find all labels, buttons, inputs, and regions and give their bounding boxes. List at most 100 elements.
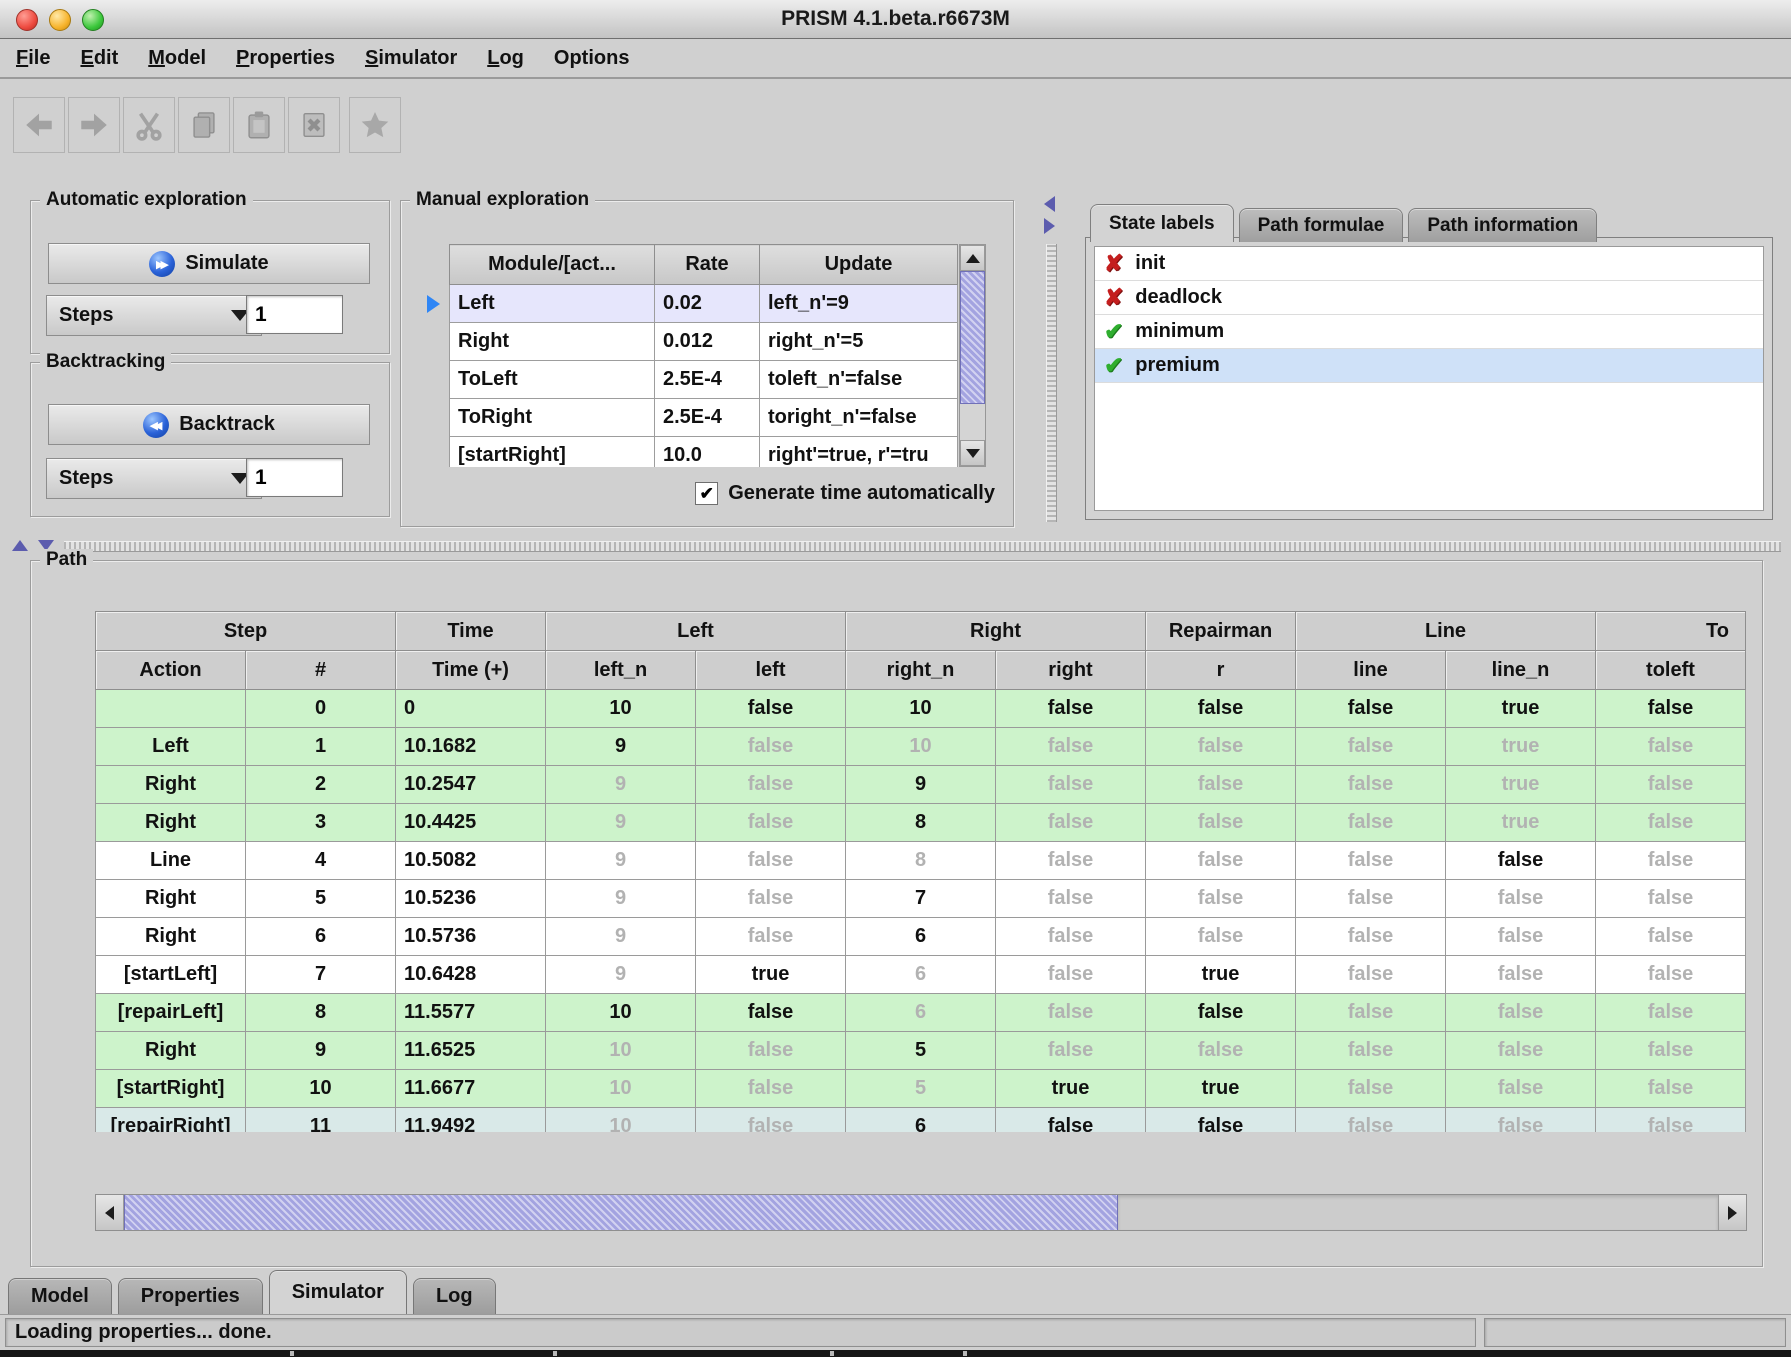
back-arrow-button[interactable] <box>13 97 65 153</box>
state-label-item[interactable]: ✔premium <box>1095 349 1763 383</box>
cell: false <box>996 880 1146 918</box>
path-step-row[interactable]: Left110.16829false10falsefalsefalsetruef… <box>96 728 1746 766</box>
collapse-up-icon[interactable] <box>12 540 28 551</box>
path-step-row[interactable]: Line410.50829false8falsefalsefalsefalsef… <box>96 842 1746 880</box>
path-step-row[interactable]: [repairLeft]811.557710false6falsefalsefa… <box>96 994 1746 1032</box>
column-header[interactable]: right <box>996 651 1146 690</box>
column-header[interactable]: Rate <box>655 245 760 285</box>
cell: right_n'=5 <box>760 323 958 361</box>
tab-simulator[interactable]: Simulator <box>269 1270 407 1314</box>
tab-model[interactable]: Model <box>8 1278 112 1314</box>
path-horizontal-scrollbar[interactable] <box>95 1194 1747 1231</box>
column-header[interactable]: Update <box>760 245 958 285</box>
cell: 9 <box>546 956 696 994</box>
menu-properties[interactable]: Properties <box>236 47 335 70</box>
cell: false <box>1146 994 1296 1032</box>
tab-path-formulae[interactable]: Path formulae <box>1239 208 1404 242</box>
path-column-header-row: Action#Time (+)left_nleftright_nrightrli… <box>96 651 1746 690</box>
paste-clipboard-button[interactable] <box>233 97 285 153</box>
path-step-row[interactable]: 0010false10falsefalsefalsetruefalse <box>96 690 1746 728</box>
transition-row[interactable]: ToRight2.5E-4toright_n'=false <box>450 399 958 437</box>
column-header[interactable]: toleft <box>1596 651 1746 690</box>
manual-table-scrollbar[interactable] <box>959 244 986 467</box>
scroll-left-button[interactable] <box>96 1195 124 1230</box>
green-check-icon: ✔ <box>1104 354 1123 377</box>
zoom-window-button[interactable] <box>82 9 104 31</box>
tab-log[interactable]: Log <box>413 1278 496 1314</box>
splitter-grip[interactable] <box>64 541 1781 552</box>
column-header[interactable]: # <box>246 651 396 690</box>
simulate-steps-input[interactable] <box>246 295 343 334</box>
scroll-right-button[interactable] <box>1718 1195 1746 1230</box>
copy-pages-button[interactable] <box>178 97 230 153</box>
cell: Right <box>96 804 246 842</box>
close-window-button[interactable] <box>16 9 38 31</box>
cell: 10 <box>546 690 696 728</box>
state-label-item[interactable]: ✘deadlock <box>1095 281 1763 315</box>
delete-box-button[interactable] <box>288 97 340 153</box>
path-step-row[interactable]: Right510.52369false7falsefalsefalsefalse… <box>96 880 1746 918</box>
state-labels-list: ✘init✘deadlock✔minimum✔premium <box>1094 246 1764 511</box>
column-header[interactable]: Module/[act... <box>450 245 655 285</box>
menu-edit[interactable]: Edit <box>80 47 118 70</box>
horizontal-splitter[interactable] <box>8 537 1783 555</box>
backtrack-button[interactable]: ◂◂ Backtrack <box>48 404 370 445</box>
path-step-row[interactable]: [repairRight]1111.949210false6falsefalse… <box>96 1108 1746 1133</box>
collapse-right-icon[interactable] <box>1044 218 1055 234</box>
collapse-left-icon[interactable] <box>1044 196 1055 212</box>
path-step-row[interactable]: [startLeft]710.64289true6falsetruefalsef… <box>96 956 1746 994</box>
column-header[interactable]: r <box>1146 651 1296 690</box>
scroll-up-button[interactable] <box>960 245 985 271</box>
cell: 5 <box>846 1032 996 1070</box>
path-step-row[interactable]: [startRight]1011.667710false5truetruefal… <box>96 1070 1746 1108</box>
column-header[interactable]: line_n <box>1446 651 1596 690</box>
column-header[interactable]: Time (+) <box>396 651 546 690</box>
star-button[interactable] <box>349 97 401 153</box>
menu-simulator[interactable]: Simulator <box>365 47 457 70</box>
menu-file[interactable]: File <box>16 47 50 70</box>
forward-arrow-button[interactable] <box>68 97 120 153</box>
column-header[interactable]: line <box>1296 651 1446 690</box>
backtrack-steps-input[interactable] <box>246 458 343 497</box>
scrollbar-track[interactable] <box>1118 1195 1718 1230</box>
splitter-grip[interactable] <box>1046 244 1057 522</box>
path-step-row[interactable]: Right610.57369false6falsefalsefalsefalse… <box>96 918 1746 956</box>
path-group: Path StepTimeLeftRightRepairmanLineToAct… <box>30 560 1763 1267</box>
cell: true <box>1146 1070 1296 1108</box>
path-step-row[interactable]: Right210.25479false9falsefalsefalsetruef… <box>96 766 1746 804</box>
column-header[interactable]: left_n <box>546 651 696 690</box>
transition-row[interactable]: [startRight]10.0right'=true, r'=tru <box>450 437 958 468</box>
state-label-item[interactable]: ✘init <box>1095 247 1763 281</box>
menu-options[interactable]: Options <box>554 47 630 70</box>
transition-row[interactable]: Right0.012right_n'=5 <box>450 323 958 361</box>
tab-state-labels[interactable]: State labels <box>1090 204 1234 242</box>
cell: true <box>1446 690 1596 728</box>
cell: false <box>996 956 1146 994</box>
vertical-splitter[interactable] <box>1040 194 1062 526</box>
group-header: Repairman <box>1146 612 1296 651</box>
scrollbar-thumb[interactable] <box>124 1195 1118 1230</box>
path-step-row[interactable]: Right911.652510false5falsefalsefalsefals… <box>96 1032 1746 1070</box>
simulate-button[interactable]: ▸▸ Simulate <box>48 243 370 284</box>
state-label-name: init <box>1135 252 1165 275</box>
generate-time-checkbox[interactable]: ✔ <box>695 482 718 505</box>
cut-scissors-button[interactable] <box>123 97 175 153</box>
column-header[interactable]: Action <box>96 651 246 690</box>
scroll-down-button[interactable] <box>960 440 985 466</box>
transition-row[interactable]: Left0.02left_n'=9 <box>450 285 958 323</box>
path-step-row[interactable]: Right310.44259false8falsefalsefalsetruef… <box>96 804 1746 842</box>
column-header[interactable]: right_n <box>846 651 996 690</box>
cell: 6 <box>846 918 996 956</box>
minimize-window-button[interactable] <box>49 9 71 31</box>
state-label-item[interactable]: ✔minimum <box>1095 315 1763 349</box>
tab-properties[interactable]: Properties <box>118 1278 263 1314</box>
menu-model[interactable]: Model <box>148 47 206 70</box>
backtrack-steps-combo[interactable]: Steps <box>46 458 262 499</box>
column-header[interactable]: left <box>696 651 846 690</box>
menu-log[interactable]: Log <box>487 47 524 70</box>
tab-path-information[interactable]: Path information <box>1408 208 1597 242</box>
cell: 10 <box>246 1070 396 1108</box>
scrollbar-thumb[interactable] <box>960 271 985 404</box>
simulate-steps-combo[interactable]: Steps <box>46 295 262 336</box>
transition-row[interactable]: ToLeft2.5E-4toleft_n'=false <box>450 361 958 399</box>
